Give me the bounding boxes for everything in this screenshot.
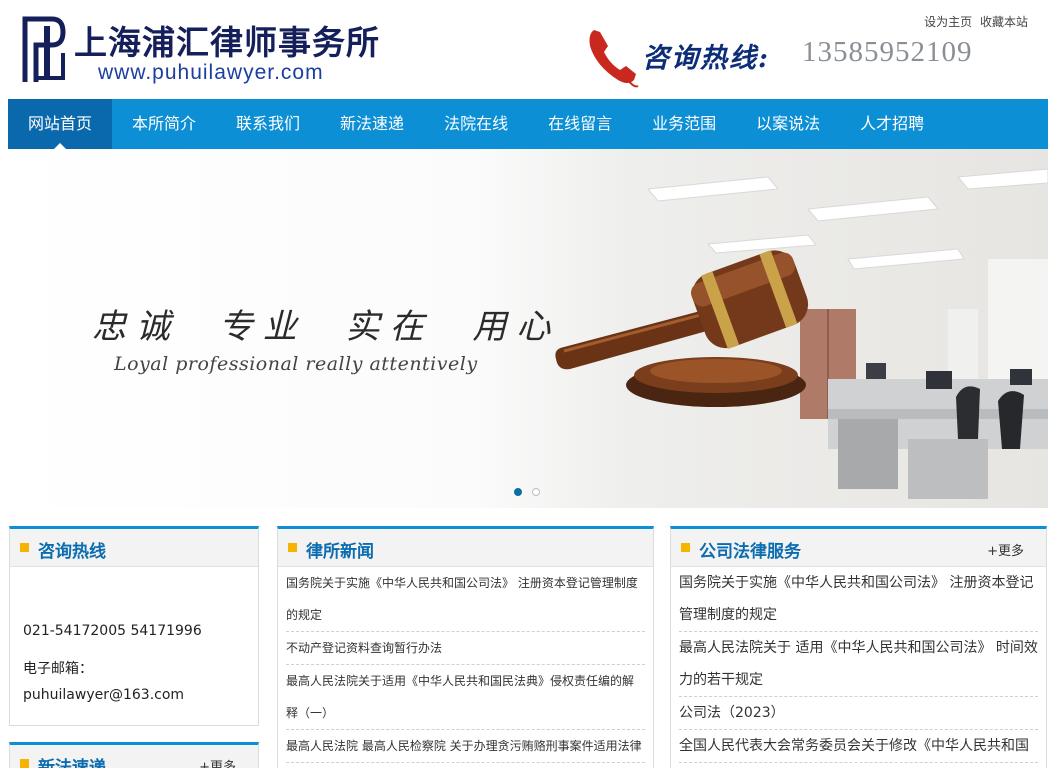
banner-slogan: 忠诚 专业 实在 用心: [92, 307, 561, 347]
banner-slogan-english: Loyal professional really attentively: [114, 353, 478, 375]
nav-item-court-online[interactable]: 法院在线: [424, 99, 528, 149]
nav-item-about[interactable]: 本所简介: [112, 99, 216, 149]
corporate-more-link[interactable]: +更多: [987, 540, 1024, 559]
hero-banner[interactable]: 忠诚 专业 实在 用心 Loyal professional really at…: [8, 149, 1048, 508]
corporate-list: 国务院关于实施《中华人民共和国公司法》 注册资本登记管理制度的规定 最高人民法院…: [671, 567, 1046, 763]
nav-item-careers[interactable]: 人才招聘: [840, 99, 944, 149]
list-item[interactable]: 最高人民法院关于 适用《中华人民共和国公司法》 时间效力的若干规定: [679, 632, 1038, 697]
consult-box-body: 021-54172005 54171996 电子邮箱： puhuilawyer@…: [10, 621, 258, 705]
hotline-banner: 咨询热线: 13585952109: [584, 24, 1004, 90]
bullet-square-icon: [20, 543, 29, 552]
gavel-icon: [555, 250, 809, 407]
email-label: 电子邮箱：: [23, 661, 93, 677]
hotline-label: 咨询热线:: [642, 43, 770, 74]
email-address[interactable]: puhuilawyer@163.com: [23, 685, 245, 705]
site-name: 上海浦汇律师事务所: [74, 23, 380, 62]
firm-news-box: 律所新闻 国务院关于实施《中华人民共和国公司法》 注册资本登记管理制度的规定 不…: [277, 526, 654, 768]
nav-item-cases[interactable]: 以案说法: [736, 99, 840, 149]
list-item[interactable]: 不动产登记资料查询暂行办法: [286, 632, 645, 665]
nav-item-new-law[interactable]: 新法速递: [320, 99, 424, 149]
consult-box-title: 咨询热线: [38, 542, 106, 562]
nav-item-business[interactable]: 业务范围: [632, 99, 736, 149]
law-firm-logo-icon[interactable]: [22, 16, 66, 84]
list-item[interactable]: 全国人民代表大会常务委员会关于修改《中华人民共和国: [679, 730, 1038, 763]
list-item[interactable]: 最高人民法院关于适用《中华人民共和国民法典》侵权责任编的解释（一）: [286, 665, 645, 730]
new-law-more-link[interactable]: +更多: [199, 756, 236, 768]
consult-hotline-box: 咨询热线 021-54172005 54171996 电子邮箱： puhuila…: [9, 526, 259, 726]
nav-item-contact[interactable]: 联系我们: [216, 99, 320, 149]
phone-handset-icon: [589, 30, 639, 88]
new-law-box-title: 新法速递: [38, 758, 106, 768]
corporate-box-title: 公司法律服务: [699, 542, 801, 562]
new-law-box-header: 新法速递 +更多: [10, 745, 258, 768]
site-url: www.puhuilawyer.com: [98, 61, 324, 84]
new-law-box: 新法速递 +更多: [9, 742, 259, 768]
news-box-header: 律所新闻: [278, 529, 653, 567]
news-list: 国务院关于实施《中华人民共和国公司法》 注册资本登记管理制度的规定 不动产登记资…: [278, 567, 653, 763]
list-item[interactable]: 国务院关于实施《中华人民共和国公司法》 注册资本登记管理制度的规定: [286, 567, 645, 632]
corporate-legal-box: 公司法律服务 +更多 国务院关于实施《中华人民共和国公司法》 注册资本登记管理制…: [670, 526, 1047, 768]
bullet-square-icon: [20, 759, 29, 768]
consult-phone: 021-54172005 54171996: [23, 623, 202, 639]
corporate-box-header: 公司法律服务 +更多: [671, 529, 1046, 567]
carousel-dot-1[interactable]: [514, 488, 522, 496]
news-box-title: 律所新闻: [306, 542, 374, 562]
list-item[interactable]: 最高人民法院 最高人民检察院 关于办理贪污贿赂刑事案件适用法律: [286, 730, 645, 763]
nav-item-home[interactable]: 网站首页: [8, 99, 113, 149]
list-item[interactable]: 公司法（2023）: [679, 697, 1038, 730]
hotline-number: 13585952109: [802, 36, 973, 68]
nav-item-message[interactable]: 在线留言: [528, 99, 632, 149]
consult-box-header: 咨询热线: [10, 529, 258, 567]
bullet-square-icon: [288, 543, 297, 552]
carousel-dots: [514, 488, 540, 496]
list-item[interactable]: 国务院关于实施《中华人民共和国公司法》 注册资本登记管理制度的规定: [679, 567, 1038, 632]
main-nav: 网站首页 本所简介 联系我们 新法速递 法院在线 在线留言 业务范围 以案说法 …: [8, 99, 1048, 149]
carousel-dot-2[interactable]: [532, 488, 540, 496]
site-header: 上海浦汇律师事务所 www.puhuilawyer.com 设为主页 收藏本站 …: [0, 0, 1056, 99]
bullet-square-icon: [681, 543, 690, 552]
